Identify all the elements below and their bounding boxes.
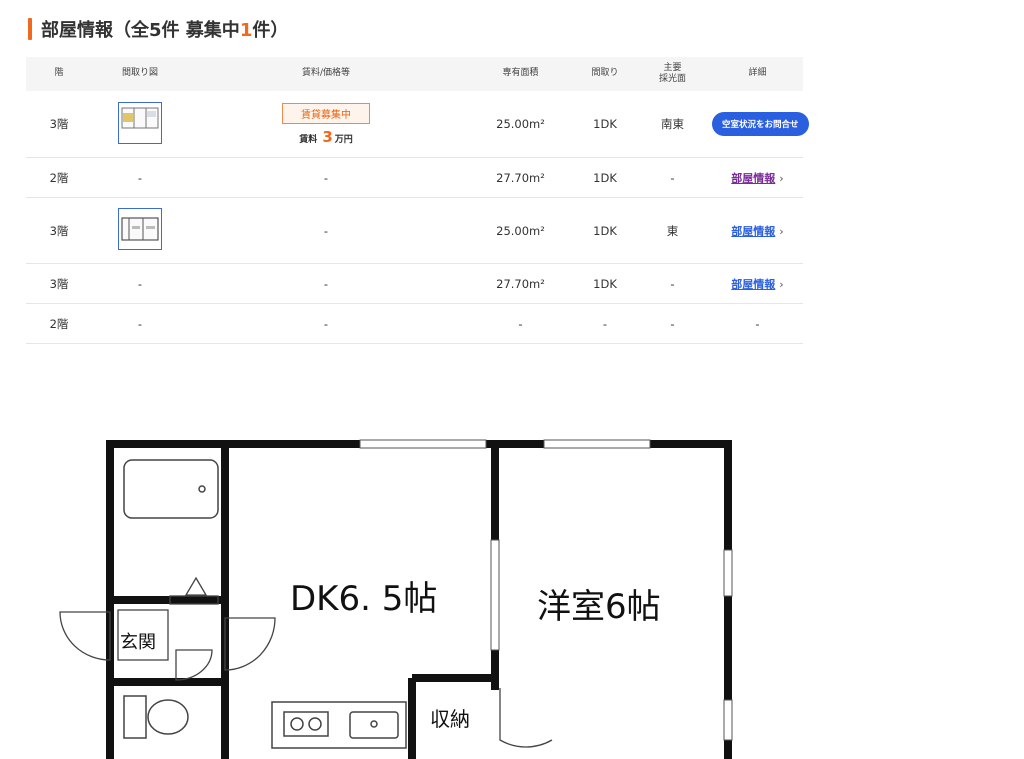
detail-cell: 部屋情報 › (712, 197, 803, 264)
floor-cell: 3階 (26, 197, 92, 264)
rent-cell: - (188, 263, 464, 304)
area-cell: 25.00m² (464, 91, 577, 158)
section-title: 部屋情報（全5件 募集中1件） (28, 16, 288, 42)
col-header-layout: 間取り (577, 57, 633, 91)
layout-thumbnail[interactable] (118, 208, 162, 250)
floor-cell: 2階 (26, 303, 92, 344)
area-cell: 25.00m² (464, 197, 577, 264)
title-accent-bar (28, 18, 32, 40)
rent-amount: 賃料 3 万円 (299, 127, 353, 146)
lighting-cell: 東 (633, 197, 712, 264)
room-info-link[interactable]: 部屋情報 (731, 172, 775, 185)
lighting-cell: - (633, 157, 712, 198)
layout-cell: 1DK (577, 91, 633, 158)
rent-cell: - (188, 197, 464, 264)
entrance-doors (59, 576, 276, 681)
western-room-label: 洋室6帖 (537, 587, 661, 627)
kitchen-counter (271, 701, 407, 749)
lighting-cell: - (633, 303, 712, 344)
table-row: 3階 - - 27.70m² 1DK - 部屋情報 › (26, 263, 803, 304)
area-cell: 27.70m² (464, 157, 577, 198)
layout-thumbnail-cell: - (92, 303, 188, 344)
dk-room-label: DK6. 5帖 (290, 579, 437, 619)
floor-cell: 3階 (26, 91, 92, 158)
col-header-lighting: 主要 採光面 (633, 57, 712, 91)
col-header-layout-image: 間取り図 (92, 57, 188, 91)
layout-cell: 1DK (577, 157, 633, 198)
col-header-floor: 階 (26, 57, 92, 91)
rental-recruiting-badge: 賃貸募集中 (282, 102, 370, 124)
lighting-cell: - (633, 263, 712, 304)
layout-cell: 1DK (577, 197, 633, 264)
table-row: 2階 - - - - - - (26, 303, 803, 344)
floor-plan-image: DK6. 5帖 洋室6帖 玄関 収納 (59, 439, 733, 759)
col-header-area: 専有面積 (464, 57, 577, 91)
floor-cell: 3階 (26, 263, 92, 304)
lighting-cell: 南東 (633, 91, 712, 158)
chevron-right-icon: › (779, 171, 784, 185)
room-info-heading: 部屋情報（全5件 募集中1件） (41, 20, 289, 41)
layout-cell: - (577, 303, 633, 344)
floor-cell: 2階 (26, 157, 92, 198)
toilet (123, 695, 189, 739)
layout-thumbnail-cell (92, 197, 188, 264)
rent-cell: - (188, 157, 464, 198)
rent-cell: - (188, 303, 464, 344)
room-info-link[interactable]: 部屋情報 (731, 278, 775, 291)
layout-thumbnail-cell (92, 91, 188, 158)
recruiting-count: 1 (239, 20, 253, 41)
table-row: 3階 - 25.00m² 1DK 東 部屋情報 › (26, 197, 803, 264)
room-info-link[interactable]: 部屋情報 (731, 225, 775, 238)
room-table: 階 間取り図 賃料/価格等 専有面積 間取り 主要 採光面 詳細 3階 賃貸募集… (26, 57, 809, 344)
layout-thumbnail-cell: - (92, 157, 188, 198)
entrance-label: 玄関 (120, 632, 156, 653)
layout-cell: 1DK (577, 263, 633, 304)
table-row: 2階 - - 27.70m² 1DK - 部屋情報 › (26, 157, 803, 198)
layout-thumbnail-cell: - (92, 263, 188, 304)
bathtub (123, 459, 219, 519)
area-cell: 27.70m² (464, 263, 577, 304)
col-header-rent: 賃料/価格等 (188, 57, 464, 91)
detail-cell: 部屋情報 › (712, 157, 803, 198)
area-cell: - (464, 303, 577, 344)
col-header-detail: 詳細 (712, 57, 803, 91)
detail-cell: 部屋情報 › (712, 263, 803, 304)
storage-label: 収納 (430, 707, 470, 731)
table-header-row: 階 間取り図 賃料/価格等 専有面積 間取り 主要 採光面 詳細 (26, 57, 803, 91)
layout-thumbnail[interactable] (118, 101, 162, 144)
detail-cell: - (712, 303, 803, 344)
detail-cell: 空室状況をお問合せ (712, 91, 809, 158)
table-row: 3階 賃貸募集中 賃料 3 万円 25.00m² 1DK 南東 空室状況をお問合… (26, 91, 809, 158)
chevron-right-icon: › (779, 224, 784, 238)
vacancy-inquiry-button[interactable]: 空室状況をお問合せ (712, 112, 809, 136)
rent-cell: 賃貸募集中 賃料 3 万円 (188, 91, 464, 158)
chevron-right-icon: › (779, 277, 784, 291)
storage-door (499, 688, 553, 748)
